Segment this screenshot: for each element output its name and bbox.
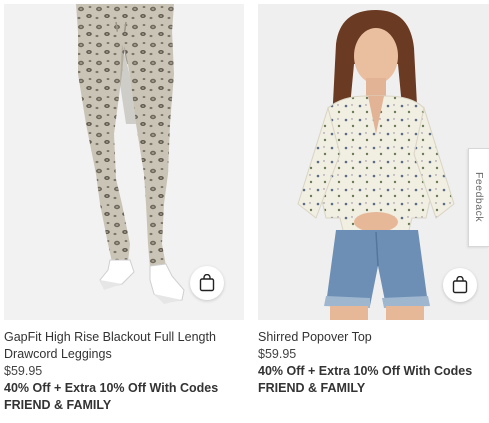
product-info: Shirred Popover Top $59.95 40% Off + Ext… bbox=[258, 320, 489, 397]
product-name-link[interactable]: Shirred Popover Top bbox=[258, 329, 489, 346]
product-card[interactable]: GapFit High Rise Blackout Full Length Dr… bbox=[4, 4, 244, 414]
product-price: $59.95 bbox=[258, 347, 297, 361]
product-card[interactable]: Shirred Popover Top $59.95 40% Off + Ext… bbox=[258, 4, 489, 397]
feedback-tab[interactable]: Feedback bbox=[468, 148, 489, 247]
feedback-label: Feedback bbox=[473, 172, 485, 223]
shopping-bag-icon bbox=[452, 276, 468, 294]
add-to-bag-button[interactable] bbox=[190, 266, 224, 300]
promo-text: 40% Off + Extra 10% Off With Codes bbox=[258, 364, 473, 378]
product-name-link[interactable]: GapFit High Rise Blackout Full Length Dr… bbox=[4, 329, 229, 363]
promo-text: 40% Off + Extra 10% Off With Codes bbox=[4, 381, 219, 395]
promo-code-text: FRIEND & FAMILY bbox=[4, 398, 112, 412]
promo-code-text: FRIEND & FAMILY bbox=[258, 381, 366, 395]
product-info: GapFit High Rise Blackout Full Length Dr… bbox=[4, 320, 244, 414]
product-image-top[interactable] bbox=[258, 4, 489, 320]
product-price: $59.95 bbox=[4, 364, 43, 378]
add-to-bag-button[interactable] bbox=[443, 268, 477, 302]
shopping-bag-icon bbox=[199, 274, 215, 292]
product-image-leggings[interactable] bbox=[4, 4, 244, 320]
